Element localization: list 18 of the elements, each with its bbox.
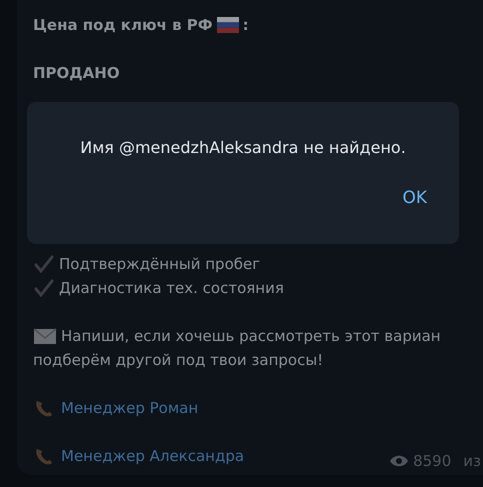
manager-link[interactable]: Менеджер Александра	[61, 444, 244, 468]
price-colon: :	[242, 15, 249, 36]
flag-icon	[216, 17, 239, 33]
manager-link[interactable]: Менеджер Роман	[61, 396, 198, 420]
eye-icon	[389, 454, 410, 468]
status-text: ПРОДАНО	[33, 63, 120, 84]
ok-button[interactable]: OK	[396, 184, 433, 212]
check-icon	[33, 278, 55, 298]
envelope-icon	[33, 327, 57, 345]
price-label: Цена под ключ в РФ	[33, 15, 213, 36]
view-count: 8590	[413, 451, 452, 472]
check-icon	[33, 254, 55, 274]
feature-text: Диагностика тех. состояния	[59, 278, 284, 299]
message-text: Напиши, если хочешь рассмотреть этот вариан	[61, 326, 441, 347]
edited-label: из	[463, 451, 481, 472]
dialog-message: Имя @menedzhAleksandra не найдено.	[79, 137, 407, 159]
feature-text: Подтверждённый пробег	[59, 254, 260, 275]
message-text: подберём другой под твои запросы!	[33, 350, 324, 371]
